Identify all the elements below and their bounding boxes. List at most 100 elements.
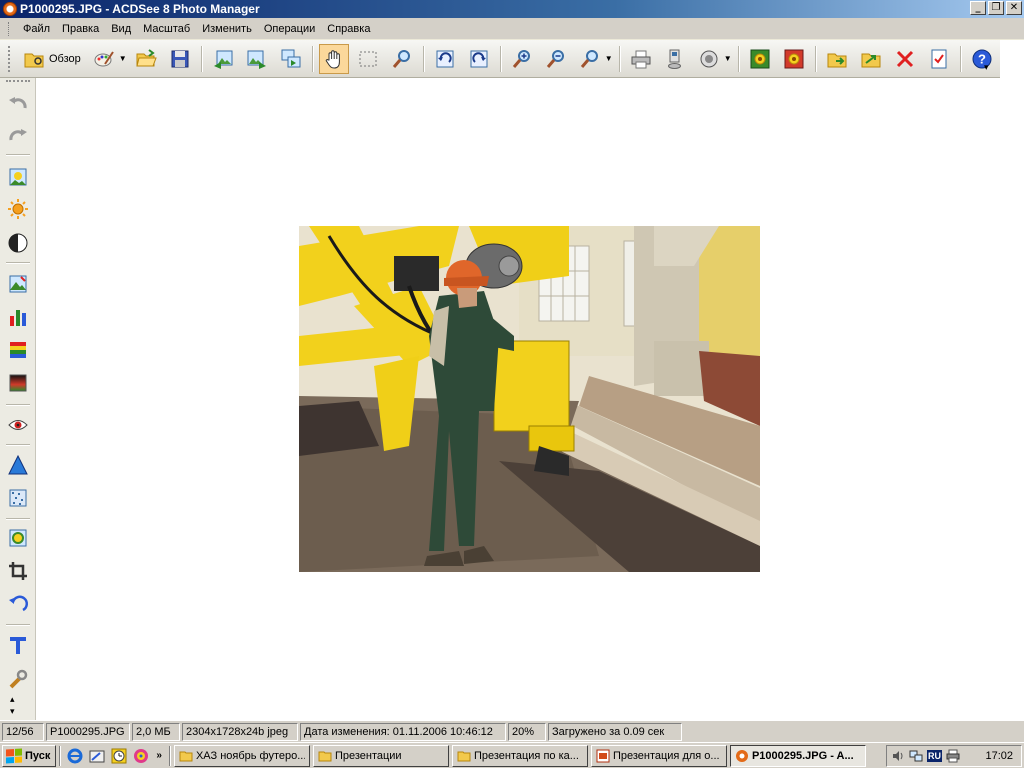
status-index: 12/56: [2, 722, 44, 741]
start-button[interactable]: Пуск: [2, 744, 57, 767]
quicklaunch-more-icon[interactable]: »: [156, 750, 162, 761]
menu-file[interactable]: Файл: [17, 23, 56, 35]
copy-to-folder-button[interactable]: [822, 44, 852, 74]
restore-button[interactable]: ❐: [988, 1, 1004, 15]
rotate-right-button[interactable]: [464, 44, 494, 74]
noise-button[interactable]: [5, 485, 31, 511]
edit-button[interactable]: [89, 44, 119, 74]
menu-grip[interactable]: [8, 21, 11, 36]
task-button-hax[interactable]: ХАЗ ноябрь футеро...: [173, 744, 310, 767]
quicklaunch-desktop[interactable]: [88, 747, 106, 765]
menu-help[interactable]: Справка: [321, 23, 376, 35]
settings-button[interactable]: [5, 666, 31, 692]
zoom-dropdown-icon[interactable]: ▼: [605, 54, 613, 63]
brightness-button[interactable]: [5, 196, 31, 222]
quicklaunch-clock[interactable]: [110, 747, 128, 765]
printer-tray-icon[interactable]: [946, 749, 960, 763]
panel-separator: [6, 624, 30, 625]
redo-button[interactable]: [5, 122, 31, 148]
wallpaper-center-button[interactable]: [745, 44, 775, 74]
sharpen-button[interactable]: [5, 452, 31, 478]
palette-brush-icon: [94, 50, 114, 66]
menu-modify[interactable]: Изменить: [196, 23, 258, 35]
toolbar-separator: [618, 45, 620, 72]
folder-icon: [457, 751, 471, 761]
panel-scroll-down-icon[interactable]: ▾: [10, 706, 15, 717]
properties-icon: [931, 49, 947, 68]
rotate-tool-button[interactable]: [5, 591, 31, 617]
previous-image-button[interactable]: [208, 44, 238, 74]
slideshow-button[interactable]: [276, 44, 306, 74]
media-player-icon: [134, 748, 149, 763]
image-viewer[interactable]: [37, 78, 1024, 720]
toolbar-overflow-icon[interactable]: ▾: [984, 62, 996, 73]
edit-dropdown-icon[interactable]: ▼: [119, 54, 127, 63]
task-button-presentation-ka[interactable]: Презентация по ка...: [451, 744, 588, 767]
text-tool-button[interactable]: [5, 632, 31, 658]
open-button[interactable]: [131, 44, 161, 74]
magnifier-icon: [580, 49, 598, 68]
red-eye-button[interactable]: [5, 412, 31, 438]
menu-view[interactable]: Вид: [105, 23, 137, 35]
rotate-left-button[interactable]: [430, 44, 460, 74]
delete-button[interactable]: [890, 44, 920, 74]
wallpaper-tile-button[interactable]: [779, 44, 809, 74]
menu-zoom[interactable]: Масштаб: [137, 23, 196, 35]
contrast-button[interactable]: [5, 230, 31, 256]
volume-icon[interactable]: [891, 749, 905, 763]
save-button[interactable]: [165, 44, 195, 74]
levels-button[interactable]: [5, 271, 31, 297]
print-button[interactable]: [626, 44, 656, 74]
delete-x-icon: [896, 50, 913, 67]
status-load-time: Загружено за 0.09 сек: [548, 722, 682, 741]
taskbar-clock[interactable]: 17:02: [985, 750, 1013, 762]
magnifier-icon: [392, 49, 410, 68]
status-zoom: 20%: [508, 722, 546, 741]
printer-icon: [631, 50, 651, 68]
panel-scroll-up-icon[interactable]: ▴: [10, 694, 15, 705]
windows-taskbar: Пуск » ХАЗ ноябрь футеро... Презентации …: [0, 742, 1024, 768]
zoom-out-button[interactable]: [541, 44, 571, 74]
gradient-button[interactable]: [5, 370, 31, 396]
zoom-out-icon: [546, 49, 564, 68]
zoom-menu-button[interactable]: [575, 44, 605, 74]
menu-edit[interactable]: Правка: [56, 23, 105, 35]
task-button-presentations[interactable]: Презентации: [312, 744, 449, 767]
task-button-powerpoint[interactable]: Презентация для о...: [590, 744, 727, 767]
hand-tool-button[interactable]: [318, 43, 349, 74]
language-indicator[interactable]: RU: [927, 750, 942, 762]
toolbar-grip[interactable]: [8, 45, 11, 72]
internet-explorer-icon: [67, 748, 83, 763]
image-tool-button[interactable]: [5, 164, 31, 190]
crop-button[interactable]: [5, 558, 31, 584]
menu-tools[interactable]: Операции: [258, 23, 321, 35]
properties-button[interactable]: [924, 44, 954, 74]
undo-button[interactable]: [5, 90, 31, 116]
network-icon[interactable]: [909, 749, 923, 763]
histogram-button[interactable]: [5, 304, 31, 330]
task-button-acdsee[interactable]: P1000295.JPG - A...: [729, 744, 866, 767]
minimize-button[interactable]: _: [970, 1, 986, 15]
zoom-in-button[interactable]: [507, 44, 537, 74]
wrench-icon: [9, 669, 28, 689]
show-desktop-icon: [89, 750, 105, 762]
close-button[interactable]: ✕: [1006, 1, 1022, 15]
effects-button[interactable]: [5, 525, 31, 551]
slideshow-icon: [281, 49, 301, 67]
undo-icon: [9, 97, 27, 109]
color-balance-button[interactable]: [5, 337, 31, 363]
panel-grip[interactable]: [6, 80, 30, 83]
task-label: Презентации: [334, 749, 402, 762]
toolbar-separator: [959, 45, 961, 72]
select-tool-button[interactable]: [353, 44, 383, 74]
audio-button[interactable]: [694, 44, 724, 74]
system-tray: RU 17:02: [886, 745, 1022, 767]
browse-button[interactable]: Обзор: [19, 44, 85, 74]
acquire-button[interactable]: [660, 44, 690, 74]
zoom-tool-button[interactable]: [387, 44, 417, 74]
quicklaunch-media[interactable]: [132, 747, 150, 765]
audio-dropdown-icon[interactable]: ▼: [724, 54, 732, 63]
move-to-folder-button[interactable]: [856, 44, 886, 74]
quicklaunch-ie[interactable]: [66, 747, 84, 765]
next-image-button[interactable]: [242, 44, 272, 74]
